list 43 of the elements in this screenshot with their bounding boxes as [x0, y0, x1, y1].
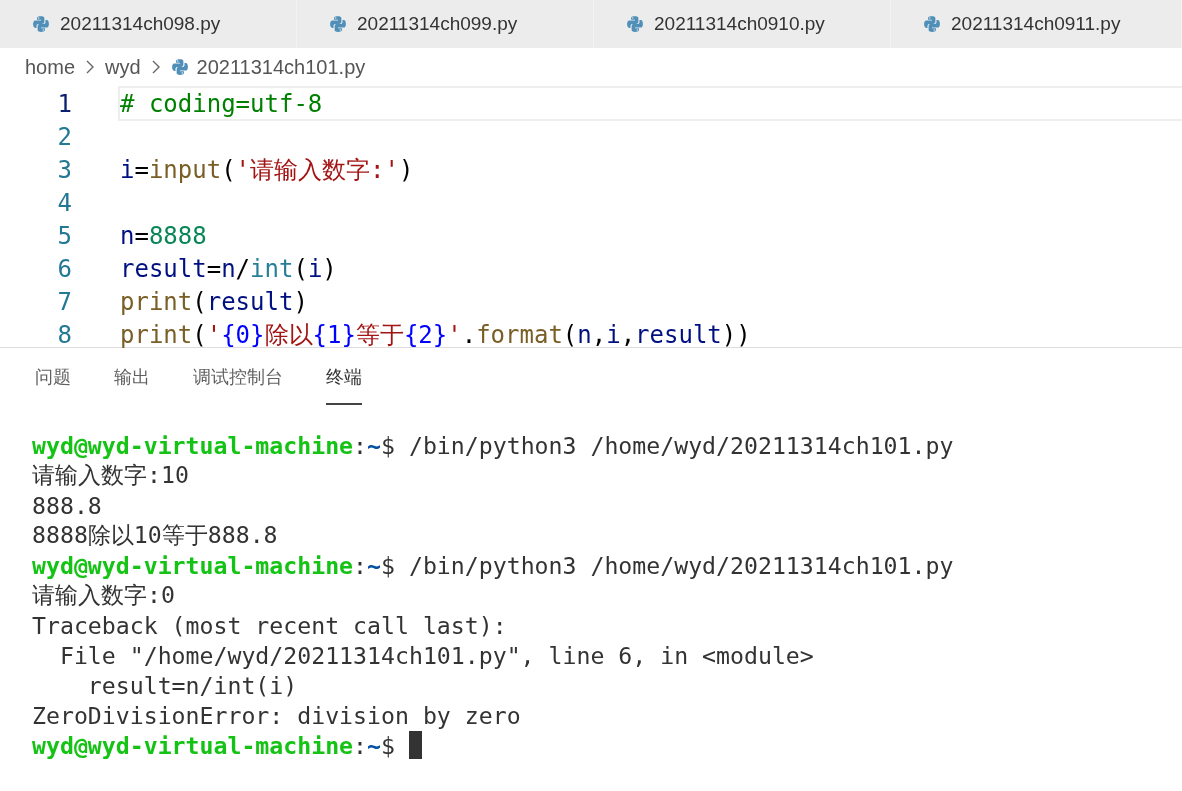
line-number: 1 [56, 89, 72, 118]
panel-tab[interactable]: 终端 [326, 365, 362, 405]
current-line-highlight: # coding=utf-8 [118, 86, 1182, 121]
breadcrumb-folder[interactable]: wyd [105, 55, 141, 79]
terminal-line: 请输入数字:10 [32, 459, 189, 490]
terminal-line: 8888除以10等于888.8 [32, 519, 278, 550]
code-line: print('{0}除以{1}等于{2}'.format(n,i,result)) [119, 319, 752, 351]
chevron-icon [150, 59, 161, 75]
terminal-line: Traceback (most recent call last): [32, 611, 507, 639]
breadcrumb-file[interactable]: 20211314ch101.py [196, 55, 366, 79]
panel-tab[interactable]: 输出 [114, 365, 150, 405]
line-number: 5 [56, 221, 72, 250]
terminal-line: wyd@wyd-virtual-machine:~$ /bin/python3 /home/wyd/20211314ch101.py [32, 551, 954, 579]
line-number: 2 [56, 122, 72, 151]
file-tab[interactable]: 20211314ch0910.py [594, 0, 891, 48]
file-tab[interactable]: 20211314ch098.py [0, 0, 297, 48]
python-icon [32, 15, 50, 33]
terminal-line: File "/home/wyd/20211314ch101.py", line 6, in <module> [58, 641, 814, 669]
line-number: 6 [56, 254, 72, 283]
chevron-icon [85, 59, 96, 75]
code-line: result=n/int(i) [119, 253, 338, 285]
code-line: print(result) [119, 286, 309, 318]
terminal-line: 888.8 [32, 491, 102, 519]
panel-tab[interactable]: 调试控制台 [193, 365, 283, 405]
file-tab[interactable]: 20211314ch099.py [297, 0, 594, 48]
line-number: 7 [56, 287, 72, 316]
breadcrumb-folder[interactable]: home [25, 55, 76, 79]
code-line: n=8888 [119, 220, 208, 252]
code-line: i=input('请输入数字:') [119, 154, 415, 186]
terminal-line: wyd@wyd-virtual-machine:~$ /bin/python3 /home/wyd/20211314ch101.py [32, 431, 954, 459]
line-number: 3 [56, 155, 72, 184]
terminal-line: ZeroDivisionError: division by zero [32, 701, 521, 729]
file-tab[interactable]: 20211314ch0911.py [891, 0, 1182, 48]
line-number: 8 [56, 320, 72, 349]
python-icon [923, 15, 941, 33]
python-icon [626, 15, 644, 33]
line-number: 4 [56, 188, 72, 217]
terminal-line: wyd@wyd-virtual-machine:~$ [32, 731, 396, 759]
python-icon [329, 15, 347, 33]
python-icon [170, 58, 189, 76]
panel-tab[interactable]: 问题 [35, 365, 71, 405]
terminal-line: result=n/int(i) [86, 671, 298, 699]
terminal-line: 请输入数字:0 [32, 579, 175, 610]
